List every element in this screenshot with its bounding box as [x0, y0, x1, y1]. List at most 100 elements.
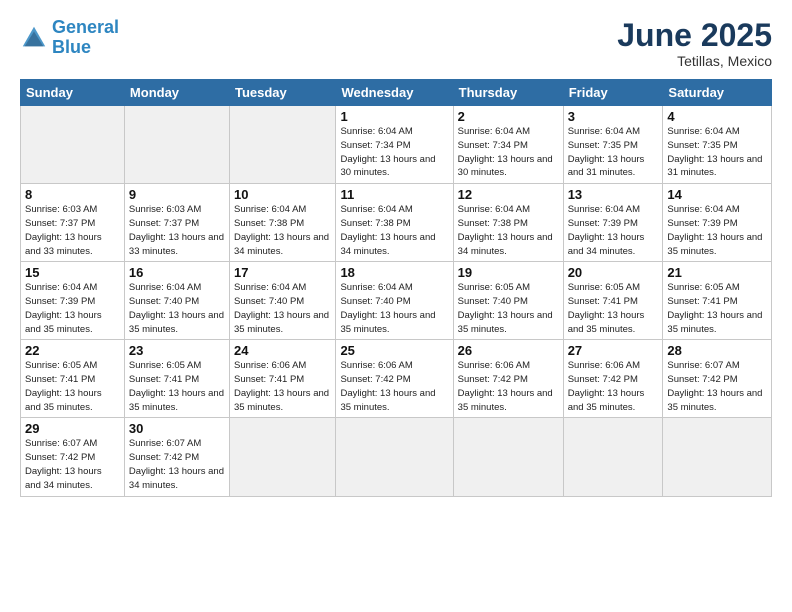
table-row: 23 Sunrise: 6:05 AMSunset: 7:41 PMDaylig… [124, 340, 229, 418]
table-row: 16 Sunrise: 6:04 AMSunset: 7:40 PMDaylig… [124, 262, 229, 340]
logo-text: General Blue [52, 18, 119, 58]
col-tuesday: Tuesday [229, 80, 335, 106]
day-info: Sunrise: 6:04 AMSunset: 7:34 PMDaylight:… [458, 125, 559, 180]
header-row: Sunday Monday Tuesday Wednesday Thursday… [21, 80, 772, 106]
day-number: 28 [667, 343, 767, 358]
table-row: 11 Sunrise: 6:04 AMSunset: 7:38 PMDaylig… [336, 184, 453, 262]
day-info: Sunrise: 6:07 AMSunset: 7:42 PMDaylight:… [25, 437, 120, 492]
day-number: 20 [568, 265, 659, 280]
day-info: Sunrise: 6:04 AMSunset: 7:34 PMDaylight:… [340, 125, 448, 180]
day-number: 15 [25, 265, 120, 280]
logo-line2: Blue [52, 37, 91, 57]
location: Tetillas, Mexico [617, 53, 772, 69]
table-row: 14 Sunrise: 6:04 AMSunset: 7:39 PMDaylig… [663, 184, 772, 262]
day-info: Sunrise: 6:04 AMSunset: 7:38 PMDaylight:… [234, 203, 331, 258]
col-monday: Monday [124, 80, 229, 106]
day-number: 26 [458, 343, 559, 358]
day-info: Sunrise: 6:04 AMSunset: 7:39 PMDaylight:… [667, 203, 767, 258]
day-number: 17 [234, 265, 331, 280]
table-row: 18 Sunrise: 6:04 AMSunset: 7:40 PMDaylig… [336, 262, 453, 340]
day-number: 8 [25, 187, 120, 202]
day-number: 29 [25, 421, 120, 436]
day-info: Sunrise: 6:04 AMSunset: 7:40 PMDaylight:… [234, 281, 331, 336]
table-row: 15 Sunrise: 6:04 AMSunset: 7:39 PMDaylig… [21, 262, 125, 340]
day-info: Sunrise: 6:04 AMSunset: 7:38 PMDaylight:… [340, 203, 448, 258]
day-info: Sunrise: 6:06 AMSunset: 7:42 PMDaylight:… [340, 359, 448, 414]
col-friday: Friday [563, 80, 663, 106]
col-sunday: Sunday [21, 80, 125, 106]
table-row: 25 Sunrise: 6:06 AMSunset: 7:42 PMDaylig… [336, 340, 453, 418]
table-row: 4 Sunrise: 6:04 AMSunset: 7:35 PMDayligh… [663, 106, 772, 184]
table-row: 29 Sunrise: 6:07 AMSunset: 7:42 PMDaylig… [21, 418, 125, 496]
table-row: 3 Sunrise: 6:04 AMSunset: 7:35 PMDayligh… [563, 106, 663, 184]
day-info: Sunrise: 6:05 AMSunset: 7:41 PMDaylight:… [129, 359, 225, 414]
day-info: Sunrise: 6:04 AMSunset: 7:40 PMDaylight:… [340, 281, 448, 336]
table-row [563, 418, 663, 496]
day-number: 16 [129, 265, 225, 280]
day-number: 23 [129, 343, 225, 358]
day-number: 24 [234, 343, 331, 358]
logo-icon [20, 24, 48, 52]
day-number: 13 [568, 187, 659, 202]
day-info: Sunrise: 6:04 AMSunset: 7:40 PMDaylight:… [129, 281, 225, 336]
table-row: 24 Sunrise: 6:06 AMSunset: 7:41 PMDaylig… [229, 340, 335, 418]
day-info: Sunrise: 6:04 AMSunset: 7:35 PMDaylight:… [568, 125, 659, 180]
table-row: 30 Sunrise: 6:07 AMSunset: 7:42 PMDaylig… [124, 418, 229, 496]
day-info: Sunrise: 6:05 AMSunset: 7:41 PMDaylight:… [25, 359, 120, 414]
day-info: Sunrise: 6:04 AMSunset: 7:38 PMDaylight:… [458, 203, 559, 258]
day-number: 27 [568, 343, 659, 358]
day-number: 12 [458, 187, 559, 202]
week-row-2: 15 Sunrise: 6:04 AMSunset: 7:39 PMDaylig… [21, 262, 772, 340]
table-row [663, 418, 772, 496]
table-row [229, 106, 335, 184]
table-row: 9 Sunrise: 6:03 AMSunset: 7:37 PMDayligh… [124, 184, 229, 262]
day-info: Sunrise: 6:04 AMSunset: 7:39 PMDaylight:… [568, 203, 659, 258]
table-row: 26 Sunrise: 6:06 AMSunset: 7:42 PMDaylig… [453, 340, 563, 418]
table-row: 22 Sunrise: 6:05 AMSunset: 7:41 PMDaylig… [21, 340, 125, 418]
day-number: 2 [458, 109, 559, 124]
day-info: Sunrise: 6:04 AMSunset: 7:35 PMDaylight:… [667, 125, 767, 180]
table-row [229, 418, 335, 496]
table-row: 27 Sunrise: 6:06 AMSunset: 7:42 PMDaylig… [563, 340, 663, 418]
day-number: 21 [667, 265, 767, 280]
week-row-4: 29 Sunrise: 6:07 AMSunset: 7:42 PMDaylig… [21, 418, 772, 496]
table-row [21, 106, 125, 184]
day-info: Sunrise: 6:04 AMSunset: 7:39 PMDaylight:… [25, 281, 120, 336]
table-row: 17 Sunrise: 6:04 AMSunset: 7:40 PMDaylig… [229, 262, 335, 340]
title-block: June 2025 Tetillas, Mexico [617, 18, 772, 69]
table-row: 28 Sunrise: 6:07 AMSunset: 7:42 PMDaylig… [663, 340, 772, 418]
week-row-3: 22 Sunrise: 6:05 AMSunset: 7:41 PMDaylig… [21, 340, 772, 418]
header: General Blue June 2025 Tetillas, Mexico [20, 18, 772, 69]
table-row: 10 Sunrise: 6:04 AMSunset: 7:38 PMDaylig… [229, 184, 335, 262]
day-number: 19 [458, 265, 559, 280]
table-row [124, 106, 229, 184]
day-number: 1 [340, 109, 448, 124]
day-number: 22 [25, 343, 120, 358]
calendar-table: Sunday Monday Tuesday Wednesday Thursday… [20, 79, 772, 496]
day-info: Sunrise: 6:03 AMSunset: 7:37 PMDaylight:… [25, 203, 120, 258]
col-wednesday: Wednesday [336, 80, 453, 106]
day-info: Sunrise: 6:06 AMSunset: 7:41 PMDaylight:… [234, 359, 331, 414]
day-number: 11 [340, 187, 448, 202]
day-info: Sunrise: 6:03 AMSunset: 7:37 PMDaylight:… [129, 203, 225, 258]
table-row: 20 Sunrise: 6:05 AMSunset: 7:41 PMDaylig… [563, 262, 663, 340]
day-number: 4 [667, 109, 767, 124]
day-info: Sunrise: 6:06 AMSunset: 7:42 PMDaylight:… [458, 359, 559, 414]
day-info: Sunrise: 6:06 AMSunset: 7:42 PMDaylight:… [568, 359, 659, 414]
table-row: 8 Sunrise: 6:03 AMSunset: 7:37 PMDayligh… [21, 184, 125, 262]
table-row: 21 Sunrise: 6:05 AMSunset: 7:41 PMDaylig… [663, 262, 772, 340]
day-number: 10 [234, 187, 331, 202]
table-row [336, 418, 453, 496]
day-number: 14 [667, 187, 767, 202]
day-number: 9 [129, 187, 225, 202]
day-number: 3 [568, 109, 659, 124]
day-number: 30 [129, 421, 225, 436]
table-row: 12 Sunrise: 6:04 AMSunset: 7:38 PMDaylig… [453, 184, 563, 262]
table-row: 2 Sunrise: 6:04 AMSunset: 7:34 PMDayligh… [453, 106, 563, 184]
col-saturday: Saturday [663, 80, 772, 106]
table-row: 1 Sunrise: 6:04 AMSunset: 7:34 PMDayligh… [336, 106, 453, 184]
col-thursday: Thursday [453, 80, 563, 106]
month-title: June 2025 [617, 18, 772, 53]
day-info: Sunrise: 6:07 AMSunset: 7:42 PMDaylight:… [129, 437, 225, 492]
day-info: Sunrise: 6:05 AMSunset: 7:40 PMDaylight:… [458, 281, 559, 336]
